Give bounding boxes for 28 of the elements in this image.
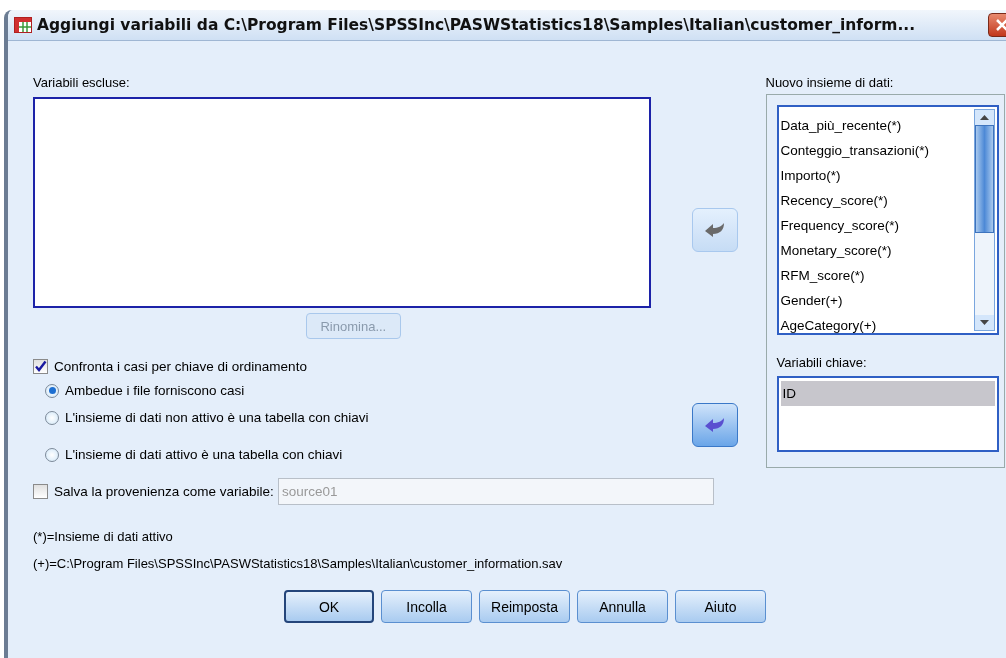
paste-button[interactable]: Incolla [381,590,472,623]
list-item[interactable]: AgeCategory(+) [778,313,974,333]
radio-label: Ambedue i file forniscono casi [65,383,245,398]
list-item[interactable]: Monetary_score(*) [778,238,974,263]
variable-list[interactable]: Data_più_recente(*) Conteggio_transazioni(*) Importo(*) Recency_score(*) Frequency_score(*) Monetary_score(*) RFM_score(*) Gender(+) AgeCategory(+) [776,105,999,335]
window-title: Aggiungi variabili da C:\Program Files\SPSSInc\PASWStatistics18\Samples\Italian\customer_inform... [37,16,917,34]
list-item[interactable]: ID [780,381,995,406]
radio-label: L'insieme di dati attivo è una tabella con chiavi [65,447,343,462]
legend-text: (*)=Insieme di dati attivo [33,528,174,546]
radio-label: L'insieme di dati non attivo è una tabella con chiavi [65,410,369,425]
checkbox-label: Confronta i casi per chiave di ordinamento [54,358,307,374]
cancel-button[interactable]: Annulla [577,590,668,623]
list-item[interactable]: Importo(*) [778,163,974,188]
key-variable-list[interactable]: ID [776,376,999,452]
help-button[interactable]: Aiuto [675,590,766,623]
ok-button[interactable]: OK [284,590,374,623]
list-item[interactable]: Gender(+) [778,288,974,313]
checkbox-label: Salva la provenienza come variabile: [54,483,274,499]
list-item[interactable]: Conteggio_transazioni(*) [778,138,974,163]
list-label: Nuovo insieme di dati: [765,75,895,92]
list-item[interactable]: Data_più_recente(*) [778,113,974,138]
list-label: Variabili chiave: [776,355,868,372]
legend-text: (+)=C:\Program Files\SPSSInc\PASWStatistics18\Samples\Italian\customer_information.sav [33,555,564,573]
reset-button[interactable]: Reimposta [479,590,570,623]
list-label: Variabili escluse: [33,75,131,92]
list-item[interactable]: RFM_score(*) [778,263,974,288]
list-item[interactable]: Recency_score(*) [778,188,974,213]
list-item[interactable]: Frequency_score(*) [778,213,974,238]
